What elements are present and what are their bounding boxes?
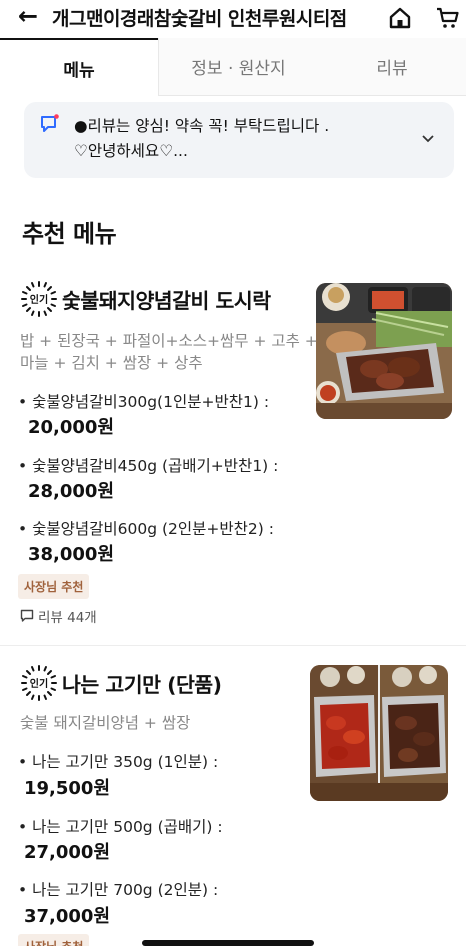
option-price: 27,000원 [24, 842, 111, 863]
option-label: • 숯불양념갈비450g (곱배기+반찬1) : [18, 457, 279, 475]
option-label: • 나는 고기만 700g (2인분) : [18, 881, 219, 899]
option-price: 19,500원 [24, 778, 111, 799]
option-price: 38,000원 [28, 544, 115, 565]
review-count-label: 리뷰 44개 [38, 610, 97, 626]
menu-item-image [316, 283, 452, 419]
menu-item-name: 숯불돼지양념갈비 도시락 [62, 289, 271, 313]
section-title: 추천 메뉴 [22, 220, 117, 248]
option-label: • 나는 고기만 350g (1인분) : [18, 753, 219, 771]
popular-badge-label: 인기 [29, 295, 49, 306]
popular-badge-label: 인기 [29, 679, 49, 690]
store-notice[interactable]: ●리뷰는 양심! 약속 꼭! 부탁드립니다 . ♡안녕하세요♡... [24, 102, 454, 178]
cart-icon[interactable] [436, 6, 460, 30]
description-line-2: 마늘 + 김치 + 쌈장 + 상추 [20, 354, 203, 372]
app-header: ← 개그맨이경래참숯갈비 인천루원시티점 [0, 0, 466, 38]
menu-item-description: 밥 + 된장국 + 파절이+소스+쌈무 + 고추 + 마늘 + 김치 + 쌈장 … [20, 330, 318, 374]
popular-badge: 인기 [20, 280, 58, 318]
description-line-1: 숯불 돼지갈비양념 + 쌈장 [20, 714, 191, 732]
review-count[interactable]: 리뷰 44개 [20, 606, 97, 626]
home-icon[interactable] [388, 6, 412, 30]
tab-reviews[interactable]: 리뷰 [318, 38, 466, 96]
option-label: • 숯불양념갈비300g(1인분+반찬1) : [18, 393, 270, 411]
back-arrow-icon[interactable]: ← [18, 2, 38, 30]
owner-recommend-badge: 사장님 추천 [18, 934, 90, 946]
menu-item-name-row: 인기 나는 고기만 (단품) [20, 664, 222, 702]
tab-bar: 메뉴 정보 · 원산지 리뷰 [0, 38, 466, 96]
owner-recommend-badge: 사장님 추천 [18, 574, 90, 599]
notice-speech-icon [41, 114, 59, 132]
notice-line-1: ●리뷰는 양심! 약속 꼭! 부탁드립니다 . [74, 117, 330, 135]
option-price: 20,000원 [28, 417, 115, 438]
tab-menu[interactable]: 메뉴 [0, 38, 158, 96]
option-price: 28,000원 [28, 481, 115, 502]
menu-item-image [310, 665, 448, 801]
menu-item-name: 나는 고기만 (단품) [62, 673, 222, 697]
item-divider [0, 645, 466, 646]
menu-item-description: 숯불 돼지갈비양념 + 쌈장 [20, 712, 190, 734]
home-indicator [142, 940, 314, 946]
description-line-1: 밥 + 된장국 + 파절이+소스+쌈무 + 고추 + [20, 332, 318, 350]
popular-badge: 인기 [20, 664, 58, 702]
tab-info-origin[interactable]: 정보 · 원산지 [158, 38, 318, 96]
option-price: 37,000원 [24, 906, 111, 927]
menu-item-name-row: 인기 숯불돼지양념갈비 도시락 [20, 280, 271, 318]
notice-line-2: ♡안녕하세요♡... [74, 142, 188, 160]
option-label: • 나는 고기만 500g (곱배기) : [18, 818, 223, 836]
chevron-down-icon[interactable] [420, 130, 436, 146]
store-title: 개그맨이경래참숯갈비 인천루원시티점 [52, 8, 347, 30]
review-bubble-icon [20, 609, 34, 622]
option-label: • 숯불양념갈비600g (2인분+반찬2) : [18, 520, 274, 538]
notice-text: ●리뷰는 양심! 약속 꼭! 부탁드립니다 . ♡안녕하세요♡... [74, 114, 414, 164]
